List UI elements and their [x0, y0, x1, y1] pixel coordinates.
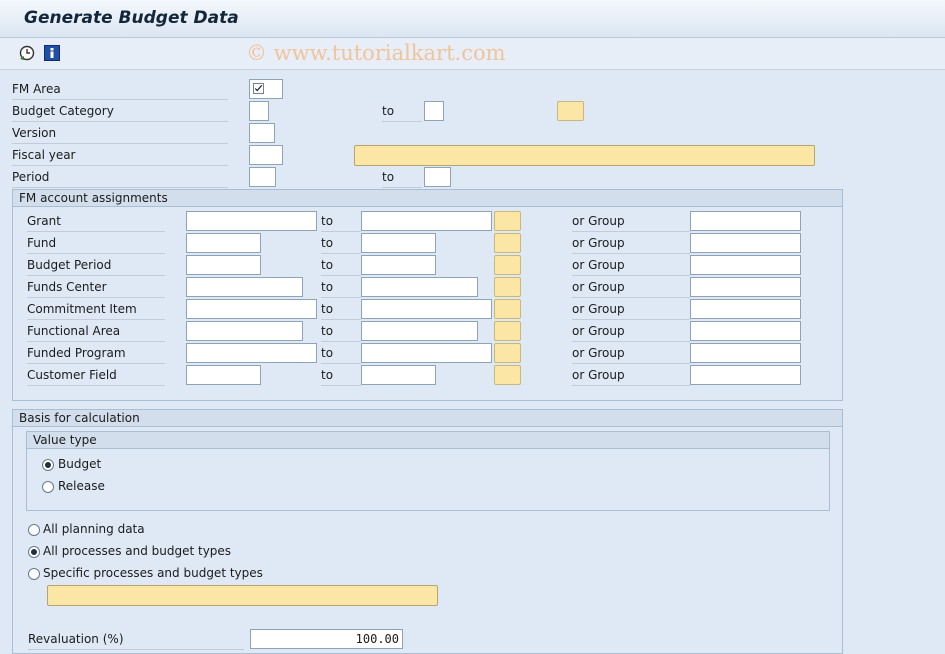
functional-area-multiple-selection-button[interactable]: [494, 321, 521, 341]
info-icon[interactable]: [44, 45, 60, 61]
customer-field-group-input[interactable]: [690, 365, 801, 385]
functional-area-label: Functional Area: [27, 321, 165, 342]
version-input[interactable]: [249, 123, 275, 143]
commitment-item-from-input[interactable]: [186, 299, 317, 319]
commitment-item-or-group-label: or Group: [572, 299, 690, 320]
version-label: Version: [12, 123, 228, 144]
page-title: Generate Budget Data: [24, 8, 239, 28]
application-toolbar: © www.tutorialkart.com: [0, 38, 945, 70]
budget-category-to-input[interactable]: [424, 101, 444, 121]
period-label: Period: [12, 167, 228, 188]
all-processes-radio[interactable]: [28, 546, 40, 558]
funded-program-label: Funded Program: [27, 343, 165, 364]
grant-label: Grant: [27, 211, 165, 232]
period-to-input[interactable]: [424, 167, 451, 187]
fiscal-year-text-field: [354, 145, 815, 166]
budget-period-multiple-selection-button[interactable]: [494, 255, 521, 275]
fm-account-assignments-group: FM account assignments Grant to or Group…: [12, 189, 843, 401]
commitment-item-label: Commitment Item: [27, 299, 165, 320]
fm-area-checkbox[interactable]: [249, 79, 283, 99]
revaluation-label: Revaluation (%): [28, 629, 244, 650]
funds-center-label: Funds Center: [27, 277, 165, 298]
customer-field-multiple-selection-button[interactable]: [494, 365, 521, 385]
commitment-item-to-input[interactable]: [361, 299, 492, 319]
funded-program-multiple-selection-button[interactable]: [494, 343, 521, 363]
grant-or-group-label: or Group: [572, 211, 690, 232]
commitment-item-multiple-selection-button[interactable]: [494, 299, 521, 319]
all-planning-data-radio[interactable]: [28, 524, 40, 536]
grant-to-input[interactable]: [361, 211, 492, 231]
multiple-selection-button[interactable]: [557, 101, 584, 121]
fund-to-input[interactable]: [361, 233, 436, 253]
budget-radio-label: Budget: [58, 457, 102, 471]
grant-to-label: to: [321, 211, 361, 232]
grant-from-input[interactable]: [186, 211, 317, 231]
group-title: Basis for calculation: [13, 410, 842, 427]
clock-execute-icon[interactable]: [19, 45, 35, 61]
watermark: © www.tutorialkart.com: [246, 41, 506, 65]
group-title: Value type: [27, 432, 829, 449]
functional-area-to-label: to: [321, 321, 361, 342]
fiscal-year-input[interactable]: [249, 145, 283, 165]
all-processes-label: All processes and budget types: [43, 544, 232, 558]
grant-multiple-selection-button[interactable]: [494, 211, 521, 231]
grant-group-input[interactable]: [690, 211, 801, 231]
customer-field-label: Customer Field: [27, 365, 165, 386]
specific-processes-field[interactable]: [47, 585, 438, 606]
all-planning-data-label: All planning data: [43, 522, 145, 536]
customer-field-from-input[interactable]: [186, 365, 261, 385]
checkmark-icon: [254, 84, 263, 92]
budget-period-to-input[interactable]: [361, 255, 436, 275]
budget-period-from-input[interactable]: [186, 255, 261, 275]
specific-processes-label: Specific processes and budget types: [43, 566, 263, 580]
funded-program-or-group-label: or Group: [572, 343, 690, 364]
fiscal-year-label: Fiscal year: [12, 145, 228, 166]
funds-center-or-group-label: or Group: [572, 277, 690, 298]
customer-field-or-group-label: or Group: [572, 365, 690, 386]
fund-multiple-selection-button[interactable]: [494, 233, 521, 253]
budget-category-label: Budget Category: [12, 101, 228, 122]
title-bar: Generate Budget Data: [0, 0, 945, 38]
funds-center-group-input[interactable]: [690, 277, 801, 297]
revaluation-input[interactable]: 100.00: [250, 629, 403, 649]
funds-center-multiple-selection-button[interactable]: [494, 277, 521, 297]
release-radio-label: Release: [58, 479, 105, 493]
customer-field-to-input[interactable]: [361, 365, 436, 385]
budget-period-or-group-label: or Group: [572, 255, 690, 276]
funds-center-to-label: to: [321, 277, 361, 298]
funded-program-group-input[interactable]: [690, 343, 801, 363]
fund-label: Fund: [27, 233, 165, 254]
fund-group-input[interactable]: [690, 233, 801, 253]
commitment-item-group-input[interactable]: [690, 299, 801, 319]
specific-processes-radio[interactable]: [28, 568, 40, 580]
funded-program-to-input[interactable]: [361, 343, 492, 363]
budget-category-to-label: to: [382, 101, 422, 122]
customer-field-to-label: to: [321, 365, 361, 386]
funded-program-to-label: to: [321, 343, 361, 364]
functional-area-from-input[interactable]: [186, 321, 303, 341]
fund-from-input[interactable]: [186, 233, 261, 253]
commitment-item-to-label: to: [321, 299, 361, 320]
period-from-input[interactable]: [249, 167, 276, 187]
basis-for-calculation-group: Basis for calculation Value type Budget …: [12, 409, 843, 654]
functional-area-or-group-label: or Group: [572, 321, 690, 342]
fund-or-group-label: or Group: [572, 233, 690, 254]
checkbox-box[interactable]: [253, 83, 264, 94]
period-to-label: to: [382, 167, 422, 188]
group-title: FM account assignments: [13, 190, 842, 207]
funds-center-from-input[interactable]: [186, 277, 303, 297]
budget-period-to-label: to: [321, 255, 361, 276]
funded-program-from-input[interactable]: [186, 343, 317, 363]
budget-period-group-input[interactable]: [690, 255, 801, 275]
fund-to-label: to: [321, 233, 361, 254]
budget-category-from-input[interactable]: [249, 101, 269, 121]
funds-center-to-input[interactable]: [361, 277, 478, 297]
budget-radio[interactable]: [42, 459, 54, 471]
functional-area-to-input[interactable]: [361, 321, 478, 341]
release-radio[interactable]: [42, 481, 54, 493]
budget-period-label: Budget Period: [27, 255, 165, 276]
fm-area-label: FM Area: [12, 79, 228, 100]
value-type-group: Value type Budget Release: [26, 431, 830, 511]
functional-area-group-input[interactable]: [690, 321, 801, 341]
